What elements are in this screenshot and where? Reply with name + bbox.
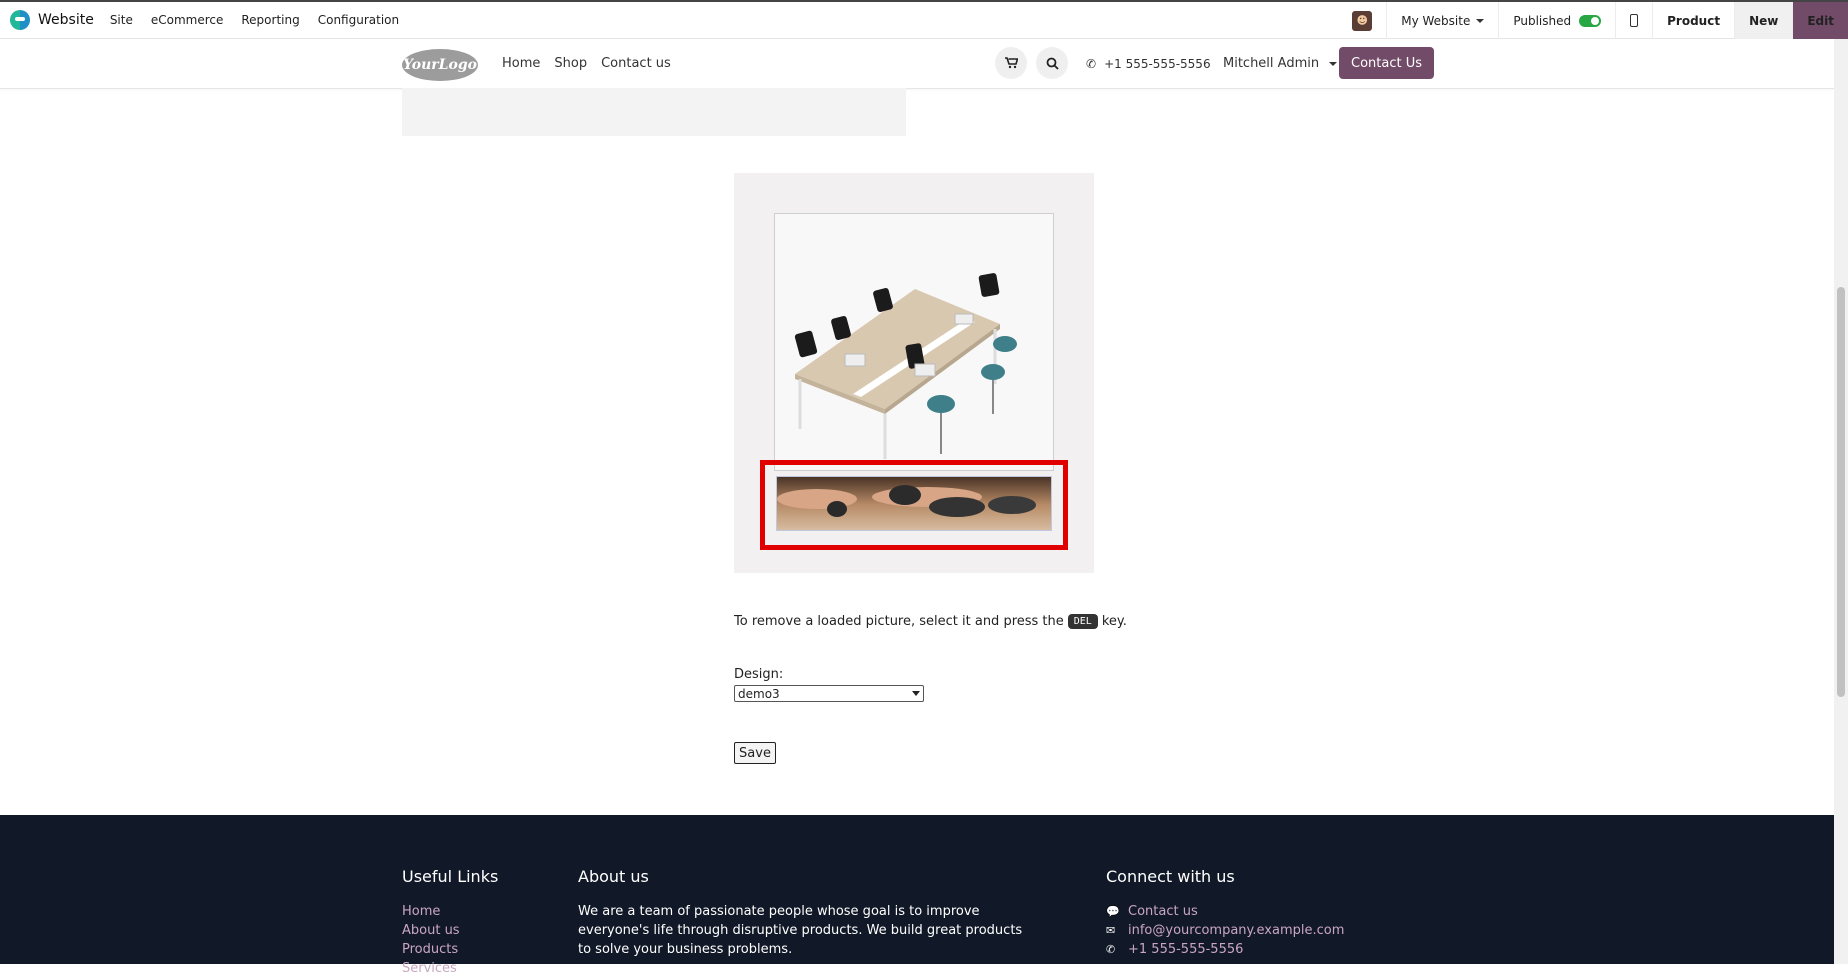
header-phone[interactable]: ✆ +1 555-555-5556 xyxy=(1086,57,1211,71)
toggle-switch-icon xyxy=(1579,14,1602,27)
admin-topbar: Website Site eCommerce Reporting Configu… xyxy=(0,0,1848,39)
main-product-image[interactable] xyxy=(774,213,1054,471)
product-button[interactable]: Product xyxy=(1652,2,1734,39)
design-label: Design: xyxy=(734,667,784,682)
footer-useful-links-title: Useful Links xyxy=(402,867,499,886)
design-select[interactable]: demo3 xyxy=(734,685,924,702)
footer-link-services[interactable]: Services xyxy=(402,959,498,978)
caret-down-icon xyxy=(1476,18,1485,23)
hint-text-after: key. xyxy=(1101,614,1127,629)
comment-icon: 💬 xyxy=(1106,905,1120,918)
footer-link-products[interactable]: Products xyxy=(402,940,498,959)
user-name: Mitchell Admin xyxy=(1223,56,1320,71)
page-scrollbar[interactable] xyxy=(1834,39,1848,964)
cart-icon xyxy=(1004,57,1018,69)
footer-phone-label: +1 555-555-5556 xyxy=(1128,942,1244,957)
nav-contact-us[interactable]: Contact us xyxy=(601,56,671,71)
chevron-down-icon xyxy=(912,691,920,696)
nav-home[interactable]: Home xyxy=(502,56,540,71)
nav-shop[interactable]: Shop xyxy=(554,56,587,71)
caret-down-icon xyxy=(1329,61,1338,66)
mobile-preview-button[interactable] xyxy=(1615,2,1652,39)
mobile-icon xyxy=(1630,14,1639,27)
footer-contact-us-link[interactable]: 💬 Contact us xyxy=(1106,902,1344,921)
menu-reporting[interactable]: Reporting xyxy=(241,13,299,27)
website-app-icon xyxy=(10,10,30,30)
app-title: Website xyxy=(38,12,94,28)
user-menu[interactable]: Mitchell Admin xyxy=(1223,56,1338,71)
footer-about: About us We are a team of passionate peo… xyxy=(578,867,1022,959)
envelope-icon: ✉ xyxy=(1106,924,1116,937)
published-label: Published xyxy=(1513,13,1572,28)
content-placeholder-block xyxy=(402,88,906,136)
edit-button[interactable]: Edit xyxy=(1792,2,1848,39)
app-brand[interactable]: Website xyxy=(10,10,94,30)
topbar-right: ☻ My Website Published Product New Edit xyxy=(1338,2,1848,39)
footer-connect-title: Connect with us xyxy=(1106,867,1235,886)
admin-menu: Site eCommerce Reporting Configuration xyxy=(110,13,417,27)
site-nav-links: Home Shop Contact us xyxy=(502,56,685,71)
loaded-picture-thumbnail[interactable] xyxy=(776,476,1052,531)
footer-email-label: info@yourcompany.example.com xyxy=(1128,923,1345,938)
footer-about-line: everyone's life through disruptive produ… xyxy=(578,923,1023,938)
cart-button[interactable] xyxy=(995,47,1027,79)
search-button[interactable] xyxy=(1036,47,1068,79)
footer-useful-links: Useful Links Home About us Products Serv… xyxy=(402,867,498,978)
my-website-label: My Website xyxy=(1401,13,1471,28)
site-header: YourLogo Home Shop Contact us ✆ +1 555-5… xyxy=(0,39,1834,89)
menu-configuration[interactable]: Configuration xyxy=(318,13,399,27)
save-button[interactable]: Save xyxy=(734,742,776,764)
headphones-thumbnail-image xyxy=(777,477,1051,530)
conference-table-image xyxy=(775,214,1053,470)
remove-picture-hint: To remove a loaded picture, select it an… xyxy=(734,614,1127,629)
footer-about-line: We are a team of passionate people whose… xyxy=(578,904,980,919)
del-key-badge: DEL xyxy=(1067,614,1098,629)
footer-link-home[interactable]: Home xyxy=(402,902,498,921)
footer-connect: Connect with us 💬 Contact us ✉ info@your… xyxy=(1106,867,1344,959)
new-button[interactable]: New xyxy=(1734,2,1793,39)
footer-link-about-us[interactable]: About us xyxy=(402,921,498,940)
search-icon xyxy=(1046,57,1059,70)
menu-site[interactable]: Site xyxy=(110,13,133,27)
site-footer: Useful Links Home About us Products Serv… xyxy=(0,815,1834,976)
footer-contact-us-label: Contact us xyxy=(1128,904,1198,919)
published-toggle[interactable]: Published xyxy=(1498,2,1615,39)
menu-ecommerce[interactable]: eCommerce xyxy=(151,13,224,27)
avatar: ☻ xyxy=(1352,10,1373,31)
my-website-dropdown[interactable]: My Website xyxy=(1386,2,1498,39)
user-avatar-button[interactable]: ☻ xyxy=(1338,2,1386,39)
hint-text-before: To remove a loaded picture, select it an… xyxy=(734,614,1064,629)
footer-about-line: to solve your business problems. xyxy=(578,942,793,957)
footer-phone-link[interactable]: ✆ +1 555-555-5556 xyxy=(1106,940,1344,959)
scrollbar-thumb[interactable] xyxy=(1837,287,1845,697)
phone-icon: ✆ xyxy=(1086,57,1097,71)
site-logo[interactable]: YourLogo xyxy=(402,49,478,81)
design-selected-value: demo3 xyxy=(738,686,780,701)
contact-us-button[interactable]: Contact Us xyxy=(1339,47,1434,79)
phone-icon: ✆ xyxy=(1106,943,1116,956)
header-phone-number: +1 555-555-5556 xyxy=(1104,57,1211,71)
footer-email-link[interactable]: ✉ info@yourcompany.example.com xyxy=(1106,921,1344,940)
footer-about-title: About us xyxy=(578,867,649,886)
